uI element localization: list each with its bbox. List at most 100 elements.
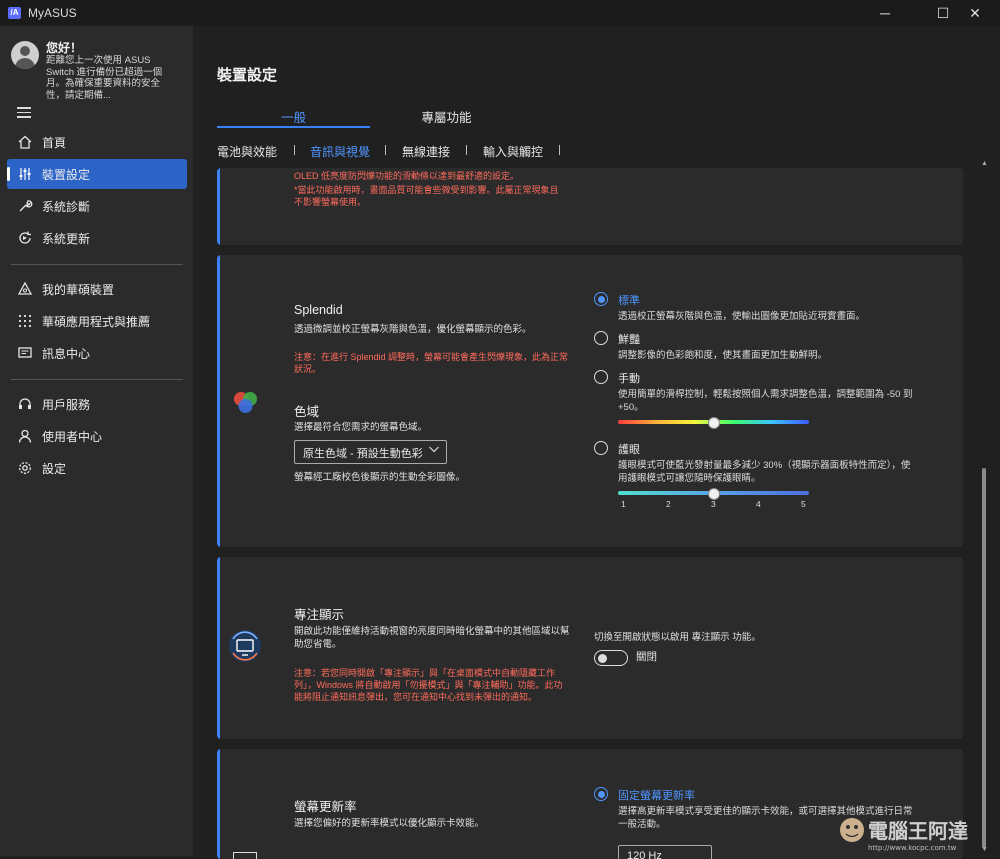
refresh-rate-value: 120 Hz: [627, 850, 662, 859]
color-gamut-value: 原生色域 - 預設生動色彩: [303, 448, 423, 460]
option-vivid-description: 調整影像的色彩飽和度，使其畫面更加生動鮮明。: [618, 350, 828, 361]
radio-manual[interactable]: [594, 370, 608, 384]
scroll-up-arrow-icon[interactable]: ▲: [981, 160, 988, 167]
greeting-text[interactable]: 距離您上一次使用 ASUS Switch 進行備份已超過一個月。為確保重要資料的…: [46, 55, 178, 101]
subtab-battery-performance[interactable]: 電池與效能: [217, 143, 277, 160]
sidebar-item-my-devices[interactable]: 我的華碩裝置: [7, 274, 187, 304]
tab-exclusive-features[interactable]: 專屬功能: [370, 107, 523, 126]
focus-toggle-description: 切換至開啟狀態以啟用 專注顯示 功能。: [594, 632, 761, 643]
focus-display-warning: 注意：若您同時開啟「專注顯示」與「在桌面模式中自動隱藏工作列」，Windows …: [294, 668, 563, 702]
radio-fixed-refresh-rate[interactable]: [594, 787, 608, 801]
refresh-rate-description: 選擇您偏好的更新率模式以優化顯示卡效能。: [294, 818, 485, 829]
splendid-title: Splendid: [294, 303, 343, 317]
color-gamut-description: 選擇最符合您需求的螢幕色域。: [294, 422, 428, 433]
sidebar-item-home[interactable]: 首頁: [7, 127, 187, 157]
subtab-separator: [294, 145, 295, 155]
watermark-url: http://www.kocpc.com.tw: [868, 844, 957, 852]
color-gamut-note: 螢幕經工廠校色後顯示的生動全彩圖像。: [294, 472, 466, 483]
avatar[interactable]: [11, 41, 39, 69]
sidebar-item-device-settings[interactable]: 裝置設定: [7, 159, 187, 189]
title-bar: /A MyASUS ─ ☐ ✕: [0, 0, 1000, 26]
focus-display-toggle[interactable]: [594, 650, 628, 666]
subtab-input-touch[interactable]: 輸入與觸控: [483, 143, 543, 160]
subtab-wireless[interactable]: 無線連接: [402, 143, 450, 160]
sidebar-item-system-update[interactable]: 系統更新: [7, 223, 187, 253]
eye-care-tick: 5: [801, 499, 806, 509]
flicker-warning: *當此功能啟用時，畫面品質可能會些微受到影響。此屬正常現象且不影響螢幕使用。: [294, 185, 559, 207]
flicker-description: OLED 低亮度防閃爍功能的滑動條以達到最舒適的設定。: [294, 171, 520, 181]
sidebar-item-message-center[interactable]: 訊息中心: [7, 338, 187, 368]
sidebar-item-customer-service[interactable]: 用戶服務: [7, 389, 187, 419]
chevron-down-icon: [428, 443, 440, 458]
focus-display-icon: [227, 628, 263, 664]
subtab-audio-visual[interactable]: 音訊與視覺: [310, 143, 370, 160]
headset-icon: [17, 396, 33, 412]
color-temperature-slider-thumb[interactable]: [708, 417, 720, 429]
splendid-card: Splendid 透過微調並校正螢幕灰階與色溫，優化螢幕顯示的色彩。 注意：在進…: [217, 255, 963, 547]
gear-icon: [17, 460, 33, 476]
refresh-rate-title: 螢幕更新率: [294, 800, 357, 814]
color-circles-icon: [230, 389, 262, 419]
eye-care-tick: 3: [711, 499, 716, 509]
sidebar-item-label: 華碩應用程式與推薦: [42, 315, 151, 329]
close-button[interactable]: ✕: [952, 0, 998, 26]
eye-care-tick: 2: [666, 499, 671, 509]
option-eye-care-description: 護眼模式可使藍光發射量最多減少 30%（視顯示器面板特性而定），使用護眼模式可讓…: [618, 460, 911, 484]
sidebar-divider: [11, 379, 183, 380]
update-icon: [17, 230, 33, 246]
option-standard-description: 透過校正螢幕灰階與色溫，使輸出圖像更加貼近現實畫面。: [618, 311, 866, 322]
option-standard-label[interactable]: 標準: [618, 292, 640, 308]
devices-icon: [17, 281, 33, 297]
sidebar-item-label: 首頁: [42, 136, 67, 150]
focus-display-card: 專注顯示 開啟此功能僅維持活動視窗的亮度同時暗化螢幕中的其他區域以幫助您省電。 …: [217, 557, 963, 739]
splendid-warning: 注意：在進行 Splendid 調整時，螢幕可能會產生閃爍現象，此為正常狀況。: [294, 352, 569, 374]
watermark-text: 電腦王阿達: [868, 819, 968, 843]
option-eye-care-label[interactable]: 護眼: [618, 441, 640, 457]
option-manual-description: 使用簡單的滑桿控制，輕鬆按照個人需求調整色溫，調整範圍為 -50 到 +50。: [618, 389, 913, 413]
sidebar-item-label: 我的華碩裝置: [42, 283, 115, 297]
sidebar-item-label: 系統診斷: [42, 200, 91, 214]
message-icon: [17, 345, 33, 361]
app-title: MyASUS: [28, 6, 77, 20]
card-accent: [217, 749, 220, 859]
card-accent: [217, 168, 220, 245]
sidebar-item-label: 系統更新: [42, 232, 91, 246]
sidebar-divider: [11, 264, 183, 265]
option-manual-label[interactable]: 手動: [618, 370, 640, 386]
user-icon: [17, 428, 33, 444]
tab-general[interactable]: 一般: [217, 107, 370, 126]
radio-vivid[interactable]: [594, 331, 608, 345]
main-content: 裝置設定 一般 專屬功能 電池與效能 音訊與視覺 無線連接 輸入與觸控 OLED…: [193, 26, 1000, 859]
sidebar-item-user-center[interactable]: 使用者中心: [7, 421, 187, 451]
flicker-card: OLED 低亮度防閃爍功能的滑動條以達到最舒適的設定。 *當此功能啟用時，畫面品…: [217, 168, 963, 245]
refresh-rate-dropdown[interactable]: 120 Hz: [618, 845, 712, 859]
sidebar: 您好！ 距離您上一次使用 ASUS Switch 進行備份已超過一個月。為確保重…: [0, 26, 193, 856]
splendid-description: 透過微調並校正螢幕灰階與色溫，優化螢幕顯示的色彩。: [294, 324, 532, 335]
sidebar-item-label: 用戶服務: [42, 398, 91, 412]
watermark: 電腦王阿達 http://www.kocpc.com.tw: [838, 812, 996, 852]
sidebar-item-apps[interactable]: 華碩應用程式與推薦: [7, 306, 187, 336]
myasus-logo-icon: /A: [8, 7, 21, 19]
color-gamut-dropdown[interactable]: 原生色域 - 預設生動色彩: [294, 440, 447, 464]
focus-display-description: 開啟此功能僅維持活動視窗的亮度同時暗化螢幕中的其他區域以幫助您省電。: [294, 626, 570, 650]
option-vivid-label[interactable]: 鮮豔: [618, 331, 640, 347]
subtab-separator: [385, 145, 386, 155]
color-gamut-title: 色域: [294, 405, 320, 419]
home-icon: [17, 134, 33, 150]
radio-standard[interactable]: [594, 292, 608, 306]
sliders-icon: [17, 166, 33, 182]
minimize-button[interactable]: ─: [862, 0, 908, 26]
scrollbar-thumb[interactable]: [982, 468, 986, 848]
eye-care-tick: 1: [621, 499, 626, 509]
main-scrollbar[interactable]: ▲ ▼: [981, 160, 988, 853]
hamburger-menu-icon[interactable]: [17, 107, 31, 121]
greeting-title: 您好！: [46, 41, 83, 55]
sidebar-item-label: 使用者中心: [42, 430, 103, 444]
sidebar-item-diagnostics[interactable]: 系統診斷: [7, 191, 187, 221]
page-title: 裝置設定: [217, 67, 278, 84]
tab-active-indicator: [217, 126, 370, 128]
option-fixed-refresh-label[interactable]: 固定螢幕更新率: [618, 787, 695, 803]
radio-eye-care[interactable]: [594, 441, 608, 455]
card-accent: [217, 557, 220, 739]
sidebar-item-settings[interactable]: 設定: [7, 453, 187, 483]
